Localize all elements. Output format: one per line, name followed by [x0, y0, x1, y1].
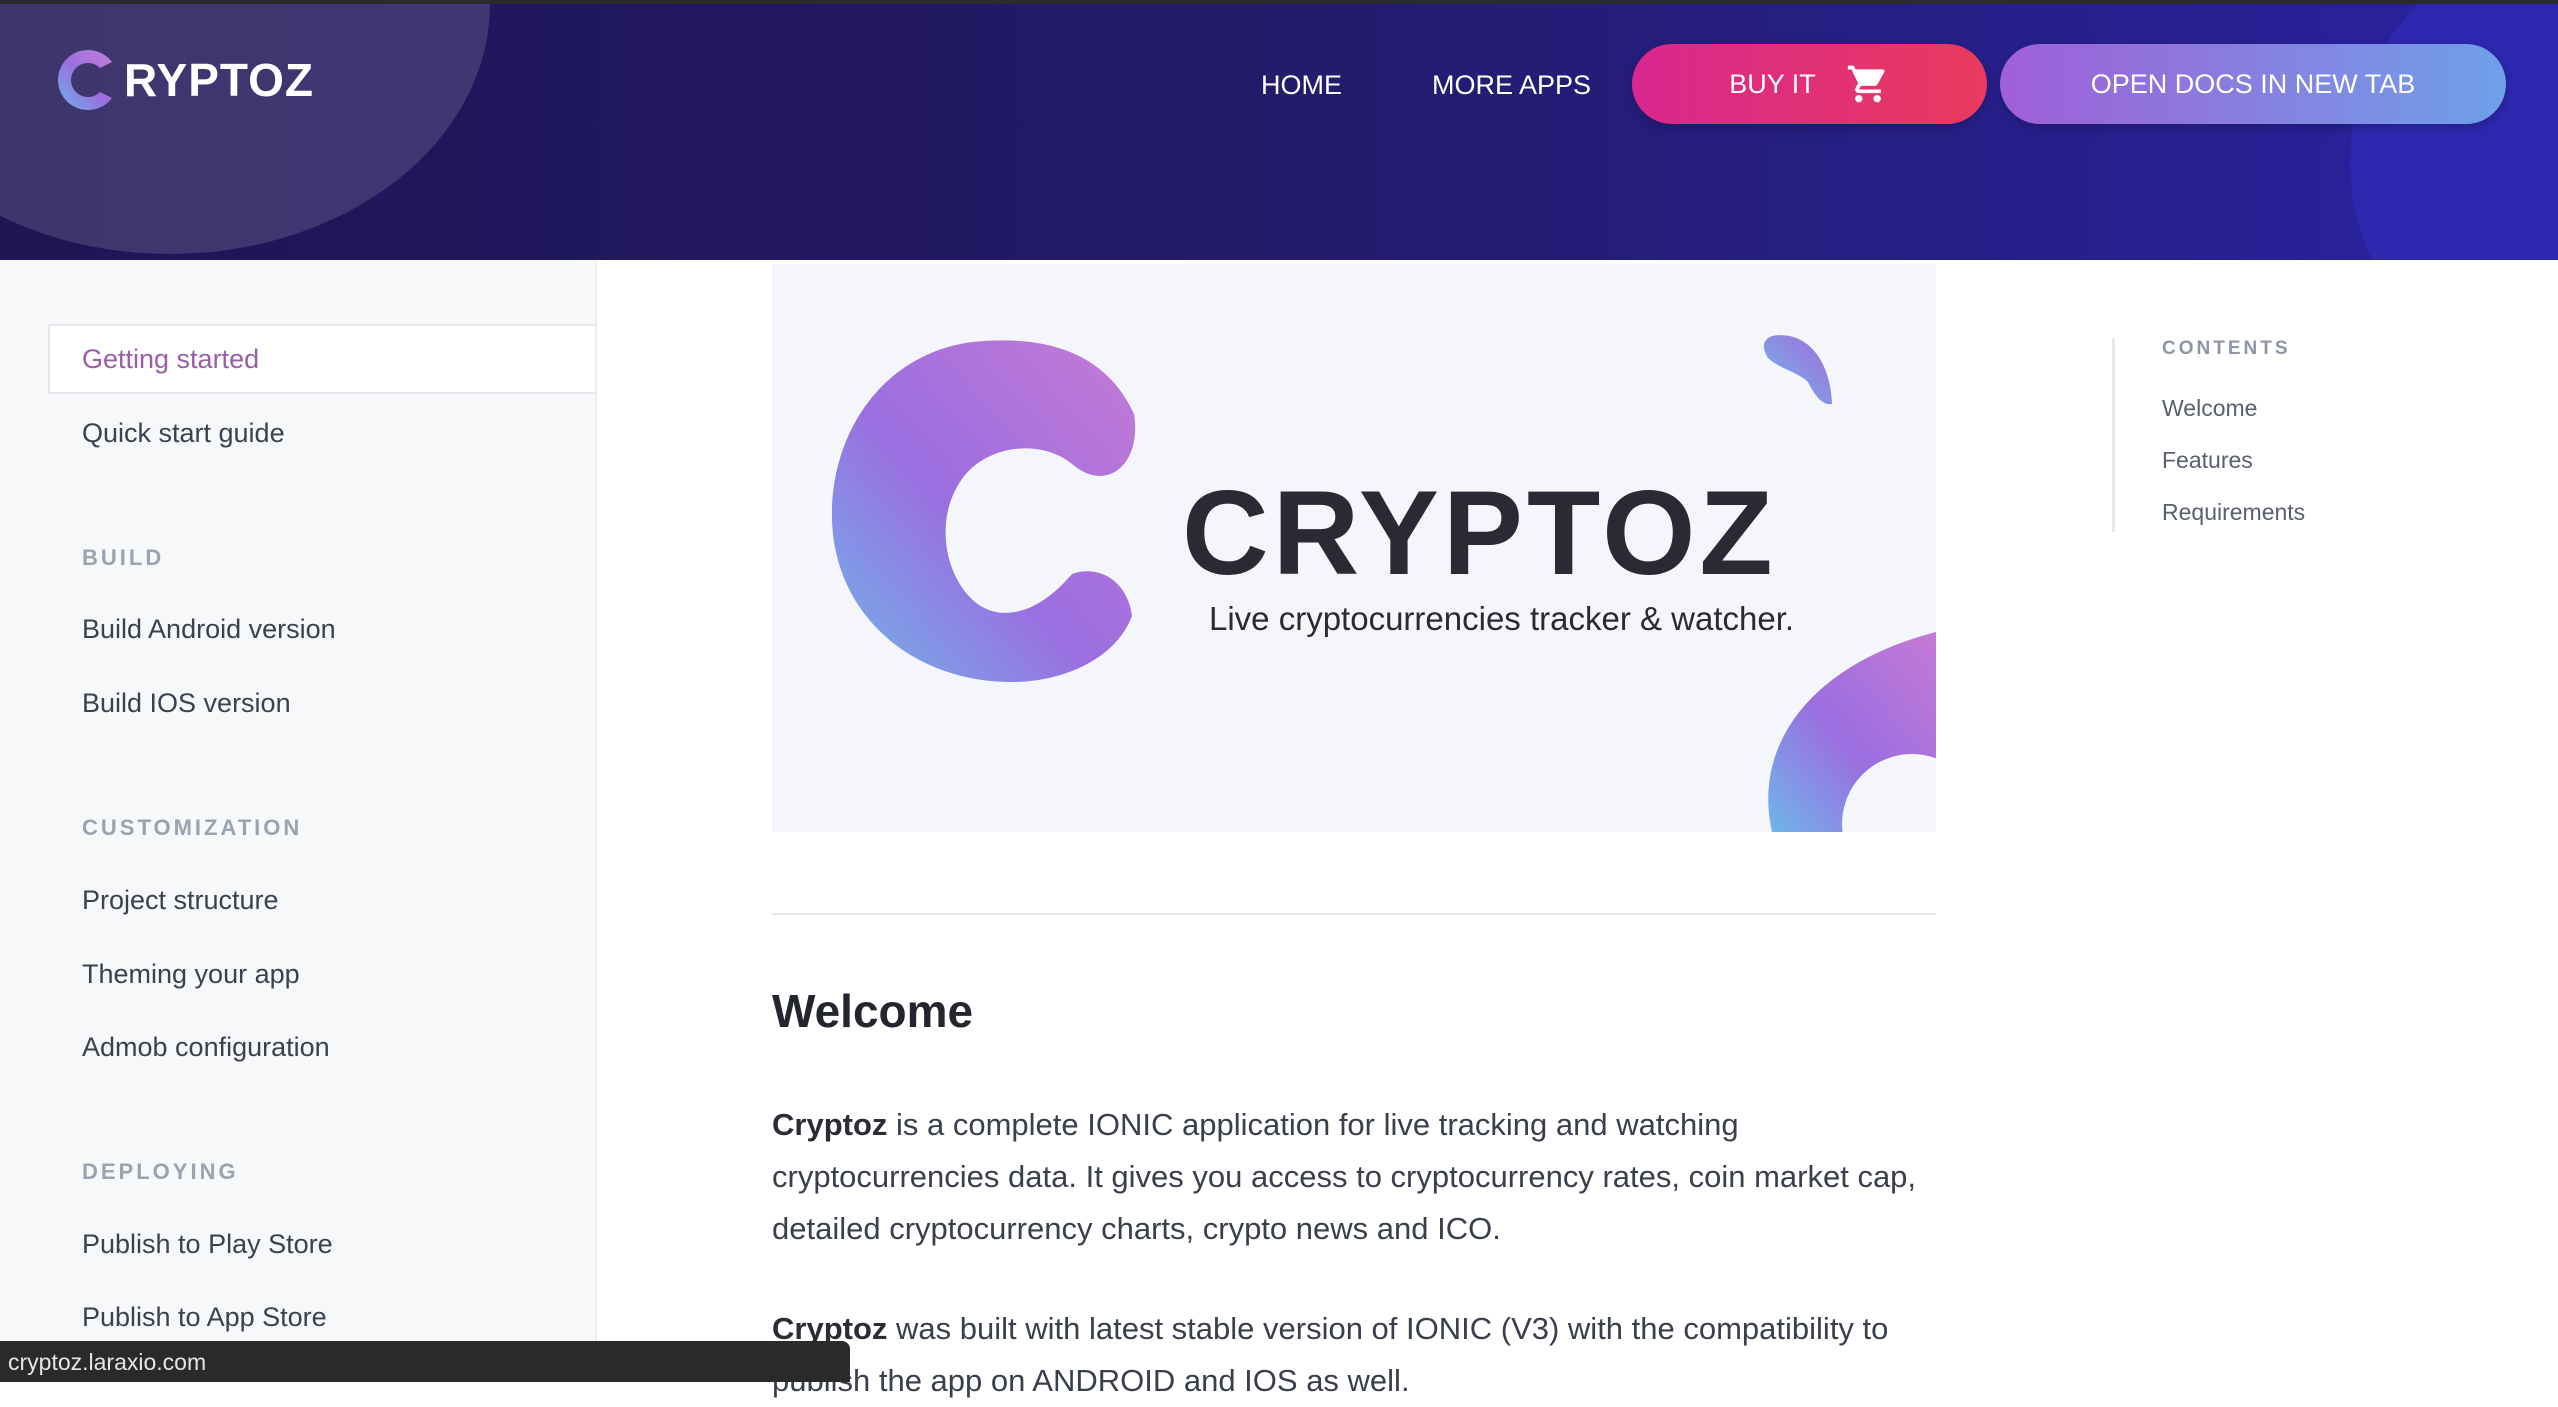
sidebar-item-play-store[interactable]: Publish to Play Store — [82, 1229, 333, 1260]
welcome-paragraph-1: Cryptoz is a complete IONIC application … — [772, 1099, 1952, 1255]
sidebar-section-build: BUILD — [82, 545, 165, 570]
hero-banner-image: CRYPTOZ Live cryptocurrencies tracker & … — [772, 264, 1936, 832]
sidebar-item-quick-start[interactable]: Quick start guide — [82, 418, 285, 449]
toc-link-welcome[interactable]: Welcome — [2162, 395, 2257, 422]
brand-logo[interactable]: RYPTOZ — [46, 40, 314, 120]
open-docs-button[interactable]: OPEN DOCS IN NEW TAB — [2000, 44, 2506, 124]
logo-text: RYPTOZ — [124, 54, 315, 106]
header-decor-circle-right — [2350, 4, 2558, 260]
buy-it-button[interactable]: BUY IT — [1632, 44, 1987, 124]
nav-more-apps-link[interactable]: MORE APPS — [1432, 70, 1591, 101]
cart-icon — [1847, 65, 1885, 103]
link-status-bar: cryptoz.laraxio.com — [0, 1341, 850, 1382]
sidebar-section-customization: CUSTOMIZATION — [82, 815, 303, 840]
sidebar-item-project-structure[interactable]: Project structure — [82, 885, 279, 916]
sidebar-item-admob[interactable]: Admob configuration — [82, 1032, 330, 1063]
nav-home-link[interactable]: HOME — [1261, 70, 1342, 101]
content-divider — [772, 913, 1936, 915]
welcome-heading: Welcome — [772, 985, 974, 1037]
sidebar-item-app-store[interactable]: Publish to App Store — [82, 1302, 327, 1333]
sidebar-item-build-android[interactable]: Build Android version — [82, 614, 336, 645]
sidebar-item-build-ios[interactable]: Build IOS version — [82, 688, 291, 719]
logo-c-icon — [58, 50, 112, 110]
para1-bold: Cryptoz — [772, 1107, 888, 1142]
toc-title: CONTENTS — [2162, 338, 2291, 359]
para1-text: is a complete IONIC application for live… — [772, 1107, 1917, 1246]
toc-link-features[interactable]: Features — [2162, 447, 2253, 474]
welcome-paragraph-2: Cryptoz was built with latest stable ver… — [772, 1303, 1952, 1407]
top-header: RYPTOZ HOME MORE APPS BUY IT OPEN DOCS I… — [0, 4, 2558, 260]
sidebar-item-label: Getting started — [82, 344, 260, 374]
sidebar-item-theming[interactable]: Theming your app — [82, 959, 300, 990]
toc-rail — [2112, 338, 2115, 532]
hero-brand-text: CRYPTOZ — [1182, 466, 1777, 600]
open-docs-label: OPEN DOCS IN NEW TAB — [2090, 68, 2416, 99]
status-url: cryptoz.laraxio.com — [8, 1349, 207, 1375]
sidebar-section-deploying: DEPLOYING — [82, 1159, 239, 1184]
hero-tagline: Live cryptocurrencies tracker & watcher. — [1209, 600, 1795, 637]
toc-link-requirements[interactable]: Requirements — [2162, 499, 2305, 526]
para2-text: was built with latest stable version of … — [772, 1311, 1889, 1398]
buy-it-label: BUY IT — [1729, 68, 1816, 99]
sidebar-item-getting-started[interactable]: Getting started — [48, 324, 595, 394]
